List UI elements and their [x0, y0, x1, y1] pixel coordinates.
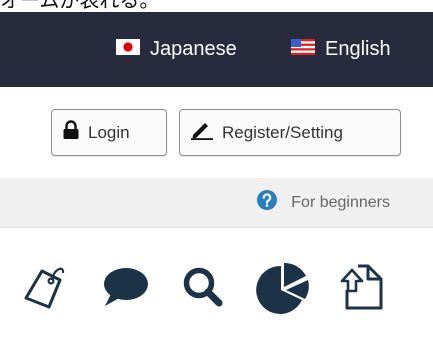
for-beginners-link[interactable]: For beginners [257, 178, 390, 227]
question-circle-icon [257, 190, 278, 215]
export-button[interactable] [338, 262, 388, 316]
language-japanese-link[interactable]: Japanese [116, 12, 237, 87]
lock-icon [62, 120, 80, 145]
help-bar: For beginners [0, 178, 433, 228]
language-japanese-label: Japanese [150, 38, 237, 60]
tool-icon-bar [0, 228, 433, 338]
pie-chart-icon [255, 260, 311, 319]
tag-icon [22, 261, 68, 318]
page-caption: オームが表れる。 [0, 0, 433, 11]
register-setting-button[interactable]: Register/Setting [179, 109, 401, 156]
pen-icon [190, 120, 214, 145]
search-icon [181, 265, 225, 314]
language-bar: Japanese English [0, 12, 433, 87]
search-button[interactable] [178, 262, 228, 316]
language-english-link[interactable]: English [291, 12, 391, 87]
japan-flag-icon [116, 38, 140, 61]
login-label: Login [88, 122, 130, 142]
comment-icon [100, 265, 150, 314]
tag-button[interactable] [20, 262, 70, 316]
login-button[interactable]: Login [51, 109, 167, 156]
export-icon [338, 260, 388, 319]
register-setting-label: Register/Setting [222, 122, 343, 142]
us-flag-icon [291, 38, 315, 61]
for-beginners-label: For beginners [291, 193, 390, 211]
statistics-button[interactable] [255, 260, 311, 319]
comment-button[interactable] [100, 262, 150, 316]
language-english-label: English [325, 38, 391, 60]
